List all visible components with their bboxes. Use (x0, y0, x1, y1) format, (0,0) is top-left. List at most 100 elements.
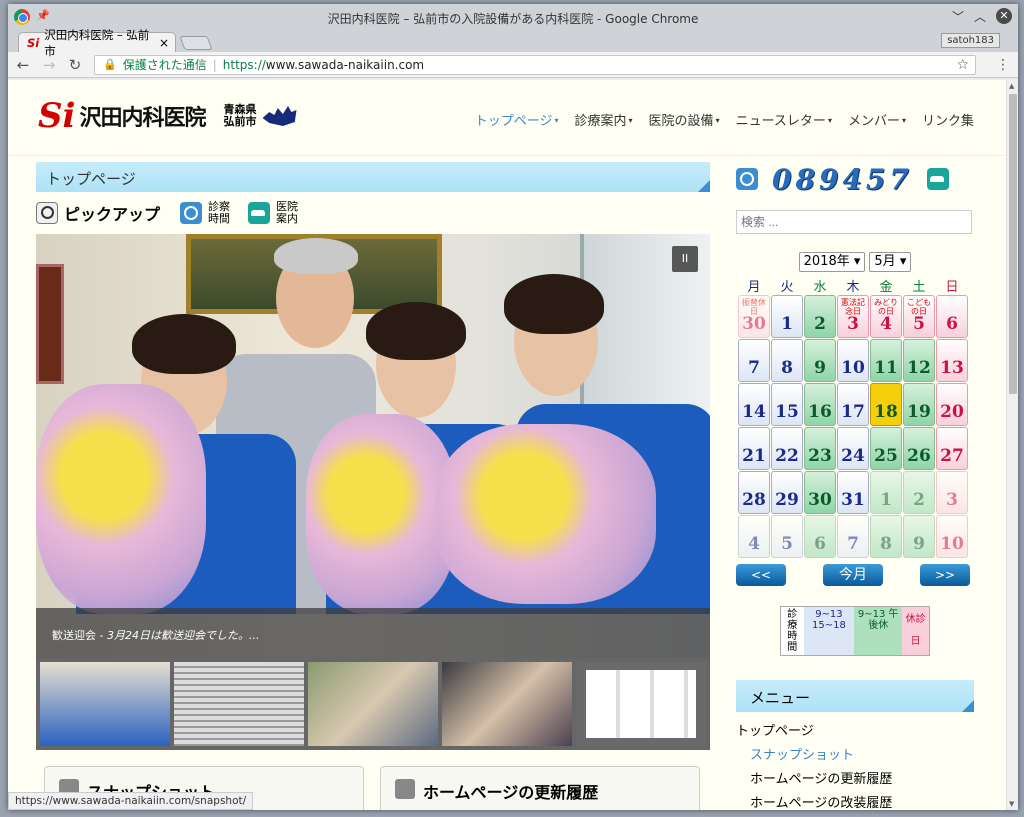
site-logo[interactable]: Si 沢田内科医院 青森県 弘前市 (38, 99, 297, 133)
bookmark-star-icon[interactable]: ☆ (956, 57, 969, 73)
address-bar[interactable]: 🔒 保護された通信 | https://www.sawada-naikaiin.… (94, 54, 976, 75)
calendar-day[interactable]: 31 (837, 471, 869, 514)
calendar-day[interactable]: 1 (771, 295, 803, 338)
new-tab-button[interactable] (179, 36, 213, 50)
photo-slider[interactable]: II 歓送迎会 - 3月24日は歓送迎会でした。... (36, 234, 710, 658)
this-month-button[interactable]: 今月 (823, 564, 883, 586)
thumbnail[interactable] (174, 662, 304, 746)
calendar-day[interactable]: 8 (771, 339, 803, 382)
chrome-icon[interactable] (14, 9, 30, 25)
search-input[interactable] (736, 210, 972, 234)
calendar-day[interactable]: 6 (804, 515, 836, 558)
nav-clinic-info[interactable]: 診療案内 ▾ (575, 110, 633, 129)
pin-icon[interactable]: 📌 (36, 9, 50, 25)
calendar-day[interactable]: 7 (738, 339, 770, 382)
day-number: 10 (940, 534, 964, 554)
nav-members[interactable]: メンバー ▾ (848, 110, 906, 129)
scroll-down-icon[interactable]: ▼ (1009, 800, 1014, 808)
caption-body: 3月24日は歓送迎会でした。... (106, 629, 260, 642)
calendar-grid: 振替休日 30 1 2 憲法記念日 3 みどりの日 4 こどもの日 5 6 7 8 9 10 11 12 13 14… (738, 295, 974, 558)
calendar-day[interactable]: 2 (804, 295, 836, 338)
calendar-day[interactable]: 振替休日 30 (738, 295, 770, 338)
thumbnail[interactable] (40, 662, 170, 746)
thumbnail[interactable] (308, 662, 438, 746)
calendar-day[interactable]: 8 (870, 515, 902, 558)
calendar-day[interactable]: 27 (936, 427, 968, 470)
calendar-day[interactable]: 25 (870, 427, 902, 470)
calendar-day[interactable]: 16 (804, 383, 836, 426)
profile-button[interactable]: satoh183 (941, 33, 1000, 48)
calendar-day[interactable]: 10 (936, 515, 968, 558)
year-select[interactable]: 2018年 ▾ (798, 252, 866, 272)
day-number: 1 (781, 314, 793, 334)
calendar-day[interactable]: 19 (903, 383, 935, 426)
calendar-day[interactable]: 18 (870, 383, 902, 426)
menu-item[interactable]: ホームページの改装履歴 (736, 792, 974, 810)
calendar-day[interactable]: 6 (936, 295, 968, 338)
calendar-day[interactable]: 9 (903, 515, 935, 558)
next-month-button[interactable]: >> (920, 564, 970, 586)
menu-item[interactable]: トップページ (736, 720, 974, 744)
calendar-day[interactable]: 26 (903, 427, 935, 470)
calendar-day[interactable]: 14 (738, 383, 770, 426)
thumbnail[interactable] (442, 662, 572, 746)
address-separator: | (212, 57, 217, 72)
nav-top[interactable]: トップページ ▾ (475, 110, 559, 129)
nav-links[interactable]: リンク集 (922, 110, 974, 129)
calendar-day[interactable]: 30 (804, 471, 836, 514)
access-link[interactable]: 医院 案内 (276, 201, 298, 225)
back-icon[interactable]: ← (16, 56, 30, 74)
calendar-day[interactable]: 12 (903, 339, 935, 382)
clock-icon[interactable] (180, 202, 203, 224)
thumbnail[interactable] (576, 662, 706, 746)
hours-link[interactable]: 診察 時間 (208, 201, 230, 225)
calendar-day[interactable]: 5 (771, 515, 803, 558)
calendar-day[interactable]: 1 (870, 471, 902, 514)
calendar-day[interactable]: 15 (771, 383, 803, 426)
scroll-up-icon[interactable]: ▲ (1009, 82, 1014, 90)
nav-newsletter[interactable]: ニュースレター ▾ (736, 110, 832, 129)
car-icon[interactable] (248, 202, 271, 224)
tab-active[interactable]: Si 沢田内科医院 – 弘前市 × (18, 28, 176, 58)
weekday-label: 土 (912, 280, 926, 295)
calendar-day[interactable]: 23 (804, 427, 836, 470)
update-history-box[interactable]: ホームページの更新履歴 (380, 766, 700, 810)
calendar-day[interactable]: 10 (837, 339, 869, 382)
calendar-day[interactable]: 7 (837, 515, 869, 558)
calendar-day[interactable]: みどりの日 4 (870, 295, 902, 338)
calendar-day[interactable]: 21 (738, 427, 770, 470)
calendar-day[interactable]: 憲法記念日 3 (837, 295, 869, 338)
page-scrollbar[interactable]: ▲ ▼ (1006, 80, 1018, 810)
nav-facilities[interactable]: 医院の設備 ▾ (649, 110, 720, 129)
calendar-day[interactable]: 11 (870, 339, 902, 382)
tab-close-icon[interactable]: × (159, 36, 169, 50)
calendar-day[interactable]: 4 (738, 515, 770, 558)
calendar-day[interactable]: 29 (771, 471, 803, 514)
close-window-icon[interactable]: ✕ (996, 8, 1012, 24)
calendar-day[interactable]: 17 (837, 383, 869, 426)
calendar-day[interactable]: 28 (738, 471, 770, 514)
menu-title: メニュー (736, 680, 974, 712)
minimize-icon[interactable]: ﹀ (952, 8, 964, 25)
day-number: 4 (748, 534, 760, 554)
pickup-nav: ピックアップ 診察 時間 医院 案内 (36, 200, 710, 226)
slide-caption[interactable]: 歓送迎会 - 3月24日は歓送迎会でした。... (36, 608, 710, 658)
calendar-day[interactable]: 24 (837, 427, 869, 470)
calendar-day[interactable]: 9 (804, 339, 836, 382)
window-title: 沢田内科医院 – 弘前市の入院設備がある内科医院 - Google Chrome (327, 12, 699, 26)
calendar-day[interactable]: 2 (903, 471, 935, 514)
pause-button[interactable]: II (672, 246, 698, 272)
browser-menu-icon[interactable]: ⋮ (996, 57, 1010, 73)
prev-month-button[interactable]: << (736, 564, 786, 586)
calendar-day[interactable]: 22 (771, 427, 803, 470)
visitor-counter: 089457 (736, 162, 974, 196)
scroll-thumb[interactable] (1009, 94, 1017, 394)
maximize-icon[interactable]: ︿ (974, 8, 986, 25)
menu-item[interactable]: スナップショット (736, 744, 974, 768)
month-select[interactable]: 5月 ▾ (869, 252, 912, 272)
calendar-day[interactable]: 20 (936, 383, 968, 426)
menu-item[interactable]: ホームページの更新履歴 (736, 768, 974, 792)
calendar-day[interactable]: 13 (936, 339, 968, 382)
calendar-day[interactable]: 3 (936, 471, 968, 514)
calendar-day[interactable]: こどもの日 5 (903, 295, 935, 338)
